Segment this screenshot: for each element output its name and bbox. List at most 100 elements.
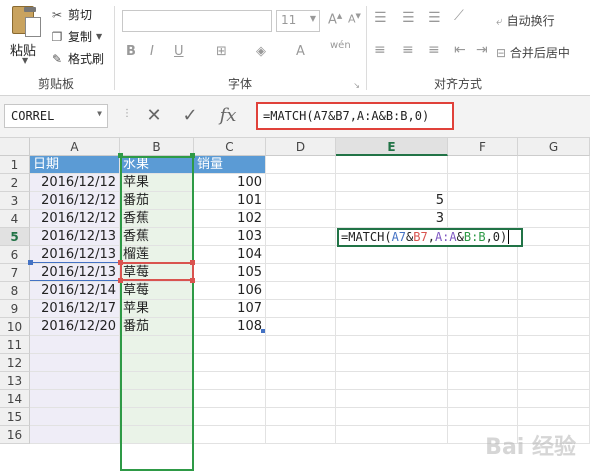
grid-cell[interactable] (266, 246, 336, 264)
row-header-3[interactable]: 3 (0, 192, 30, 210)
grid-cell[interactable] (518, 264, 590, 282)
align-right-icon[interactable]: ≡ (428, 42, 440, 58)
ref-handle[interactable] (190, 153, 195, 158)
ref-handle[interactable] (190, 260, 195, 265)
grid-cell[interactable] (336, 354, 448, 372)
grid-cell[interactable] (266, 210, 336, 228)
grid-cell[interactable] (30, 336, 120, 354)
grid-cell[interactable] (266, 372, 336, 390)
ref-handle[interactable] (118, 278, 123, 283)
row-header-13[interactable]: 13 (0, 372, 30, 390)
grid-cell[interactable] (448, 336, 518, 354)
column-header-g[interactable]: G (518, 138, 590, 156)
grid-cell[interactable] (266, 228, 336, 246)
row-header-9[interactable]: 9 (0, 300, 30, 318)
cut-button[interactable]: ✂ 剪切 (50, 6, 92, 23)
paste-button[interactable]: 粘贴 ▼ (6, 4, 42, 65)
date-cell[interactable]: 2016/12/17 (30, 300, 120, 318)
date-cell[interactable]: 2016/12/12 (30, 192, 120, 210)
fill-color-icon[interactable]: ◈ (256, 44, 266, 59)
grid-cell[interactable] (518, 390, 590, 408)
fruit-cell[interactable]: 榴莲 (120, 246, 194, 264)
grid-cell[interactable] (336, 336, 448, 354)
grid-cell[interactable] (336, 426, 448, 444)
row-header-12[interactable]: 12 (0, 354, 30, 372)
font-size-box[interactable]: 11 ▼ (276, 10, 320, 32)
increase-indent-icon[interactable]: ⇥ (476, 42, 488, 58)
grid-cell[interactable] (266, 354, 336, 372)
enter-icon[interactable]: ✓ (176, 104, 204, 128)
sales-cell[interactable]: 106 (194, 282, 266, 300)
grid-cell[interactable] (336, 246, 448, 264)
grid-cell[interactable] (336, 300, 448, 318)
grid-cell[interactable] (194, 336, 266, 354)
orientation-icon[interactable]: ⟋ (454, 8, 464, 24)
grid-cell[interactable] (266, 282, 336, 300)
grid-cell[interactable] (518, 354, 590, 372)
grid-cell[interactable] (336, 390, 448, 408)
grid-cell[interactable] (120, 408, 194, 426)
fruit-cell[interactable]: 香蕉 (120, 228, 194, 246)
paste-dropdown-icon[interactable]: ▼ (22, 56, 28, 65)
grid-cell[interactable] (194, 426, 266, 444)
column-header-f[interactable]: F (448, 138, 518, 156)
sales-cell[interactable]: 108 (194, 318, 266, 336)
format-painter-button[interactable]: ✎ 格式刷 (50, 50, 104, 67)
table-header-cell[interactable]: 日期 (30, 156, 120, 174)
column-header-e[interactable]: E (336, 138, 448, 156)
row-header-4[interactable]: 4 (0, 210, 30, 228)
column-header-c[interactable]: C (194, 138, 266, 156)
underline-icon[interactable]: U (174, 44, 184, 59)
row-header-1[interactable]: 1 (0, 156, 30, 174)
grid-cell[interactable] (336, 174, 448, 192)
grid-cell[interactable] (30, 354, 120, 372)
grid-cell[interactable] (448, 192, 518, 210)
bottom-align-icon[interactable]: ☰ (428, 10, 441, 26)
grid-cell[interactable] (266, 336, 336, 354)
grid-cell[interactable] (120, 354, 194, 372)
grid-cell[interactable] (266, 390, 336, 408)
grid-cell[interactable] (448, 372, 518, 390)
sales-cell[interactable]: 102 (194, 210, 266, 228)
grid-cell[interactable] (194, 372, 266, 390)
row-header-14[interactable]: 14 (0, 390, 30, 408)
grid-cell[interactable] (518, 192, 590, 210)
wrap-text-button[interactable]: ⤶ 自动换行 (496, 12, 555, 29)
row-header-5[interactable]: 5 (0, 228, 30, 246)
row-header-16[interactable]: 16 (0, 426, 30, 444)
borders-icon[interactable]: ⊞ (216, 44, 227, 59)
merge-center-button[interactable]: ⊟ 合并后居中 (496, 44, 570, 61)
font-size-dropdown-icon[interactable]: ▼ (310, 14, 316, 23)
grid-cell[interactable] (266, 174, 336, 192)
date-cell[interactable]: 2016/12/13 (30, 246, 120, 264)
fruit-cell[interactable]: 草莓 (120, 282, 194, 300)
formula-input[interactable]: =MATCH(A7&B7,A:A&B:B,0) (256, 102, 454, 130)
row-header-11[interactable]: 11 (0, 336, 30, 354)
grid-cell[interactable] (448, 408, 518, 426)
top-align-icon[interactable]: ☰ (374, 10, 387, 26)
bold-icon[interactable]: B (126, 44, 136, 59)
grid-cell[interactable] (518, 282, 590, 300)
grid-cell[interactable] (518, 246, 590, 264)
grid-cell[interactable] (448, 156, 518, 174)
font-color-icon[interactable]: A (296, 44, 305, 59)
edit-cell-e5[interactable]: =MATCH(A7&B7,A:A&B:B,0) (337, 228, 523, 247)
grid-cell[interactable] (518, 210, 590, 228)
increase-font-icon[interactable]: A▲ (328, 12, 342, 27)
grid-cell[interactable] (120, 336, 194, 354)
copy-button[interactable]: ❐ 复制 ▼ (50, 28, 103, 45)
grid-cell[interactable] (336, 408, 448, 426)
sales-cell[interactable]: 107 (194, 300, 266, 318)
grid-cell[interactable] (518, 408, 590, 426)
date-cell[interactable]: 2016/12/14 (30, 282, 120, 300)
sales-cell[interactable]: 100 (194, 174, 266, 192)
fruit-cell[interactable]: 番茄 (120, 192, 194, 210)
date-cell[interactable]: 2016/12/13 (30, 228, 120, 246)
table-resize-handle[interactable] (261, 329, 265, 333)
grid-cell[interactable] (266, 318, 336, 336)
grid-cell[interactable] (448, 246, 518, 264)
copy-dropdown-icon[interactable]: ▼ (96, 32, 102, 41)
fruit-cell[interactable]: 苹果 (120, 300, 194, 318)
name-box[interactable]: CORREL ▼ (4, 104, 108, 128)
grid-cell[interactable] (336, 318, 448, 336)
